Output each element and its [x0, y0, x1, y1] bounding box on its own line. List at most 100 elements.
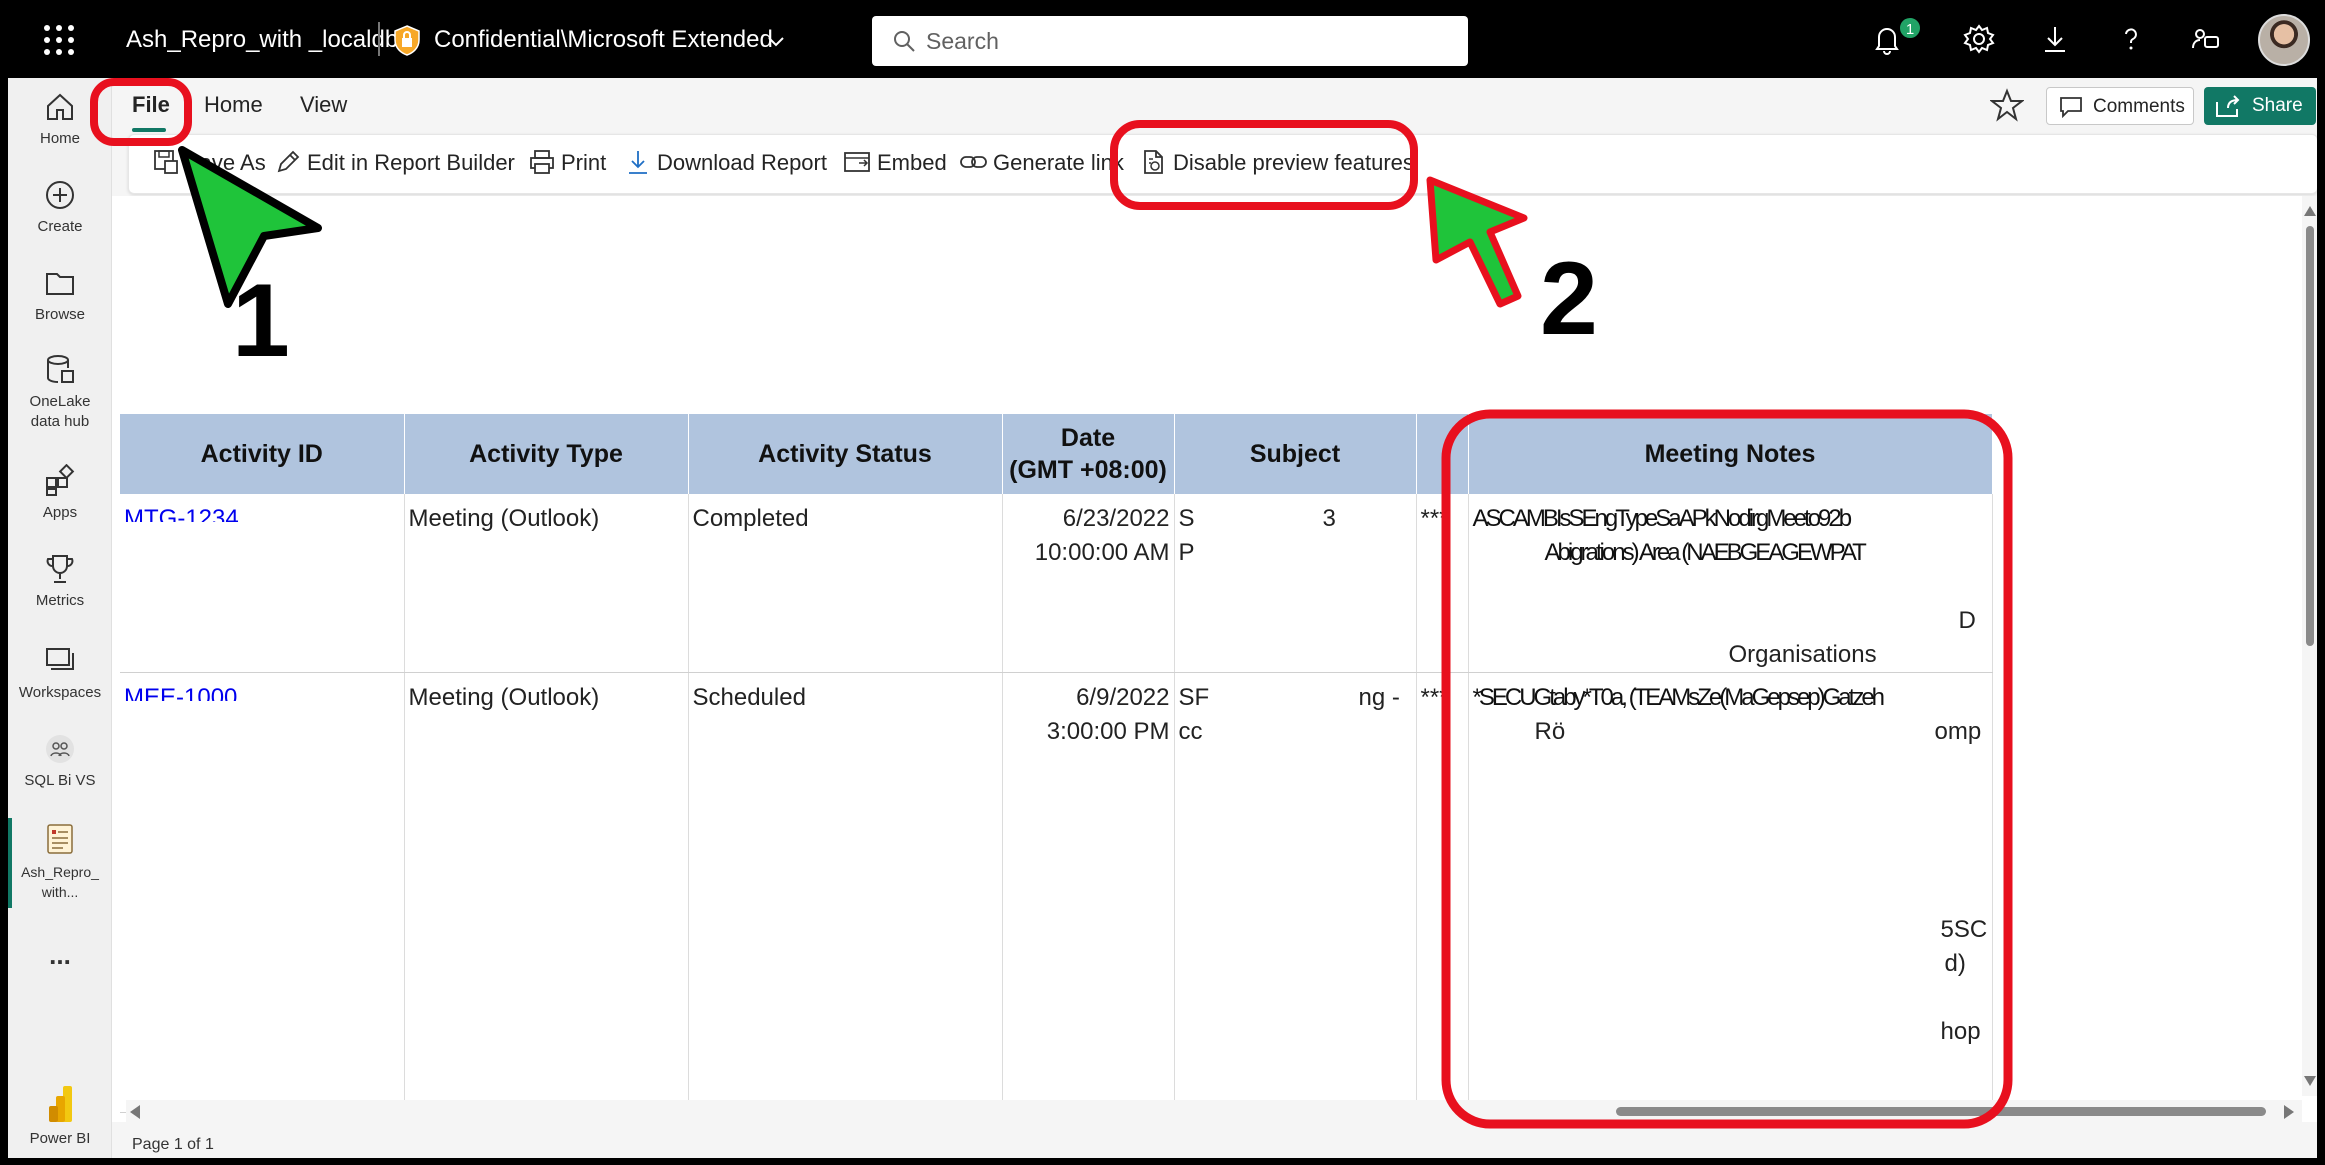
- stars-cell: ***: [1416, 672, 1469, 1113]
- horizontal-scrollbar[interactable]: [126, 1100, 2302, 1122]
- date-cell: 6/9/2022 3:00:00 PM: [1002, 672, 1175, 1113]
- notification-badge: 1: [1898, 16, 1922, 40]
- folder-icon: [46, 273, 74, 295]
- workspace-people-icon: [46, 735, 74, 763]
- scroll-up-icon[interactable]: [2304, 206, 2316, 216]
- download-icon[interactable]: [2038, 22, 2072, 56]
- link-icon: [960, 156, 987, 168]
- nav-metrics[interactable]: Metrics: [8, 552, 112, 609]
- more-icon: ...: [49, 940, 71, 970]
- table-row: MEE-1000 Meeting (Outlook) Scheduled 6/9…: [120, 672, 1993, 1113]
- share-button[interactable]: Share: [2204, 87, 2316, 125]
- tab-home[interactable]: Home: [204, 92, 263, 118]
- share-label: Share: [2252, 95, 2303, 116]
- tab-view[interactable]: View: [300, 92, 347, 118]
- activity-status-cell: Completed: [688, 494, 1003, 673]
- active-tab-underline: [132, 128, 166, 132]
- subject-cell: S P 3: [1174, 494, 1417, 673]
- notes-text: ASCAMBIsSEngTypeSaAPkNodirgMeeto92b: [1472, 505, 1853, 532]
- feedback-icon[interactable]: [2188, 22, 2222, 56]
- notes-text: Organisations: [1728, 641, 1877, 668]
- activity-id-link[interactable]: MEE-1000: [124, 681, 400, 701]
- nav-power-bi[interactable]: Power BI: [8, 1084, 112, 1147]
- activity-status-cell: Scheduled: [688, 672, 1003, 1113]
- nav-browse[interactable]: Browse: [8, 266, 112, 323]
- print-label: Print: [561, 150, 607, 175]
- date-value: 6/23/2022: [1062, 505, 1170, 532]
- time-value: 3:00:00 PM: [1046, 717, 1170, 745]
- activity-id-cell: MTG-1234: [120, 494, 405, 673]
- column-header[interactable]: Activity Type: [404, 414, 689, 494]
- activity-type-cell: Meeting (Outlook): [404, 672, 689, 1113]
- plus-circle-icon: [46, 181, 74, 209]
- date-header-line1: Date: [1060, 424, 1116, 452]
- database-icon: [47, 355, 74, 383]
- help-icon[interactable]: [2114, 22, 2148, 56]
- nav-workspaces[interactable]: Workspaces: [8, 644, 112, 701]
- subject-fragment: cc: [1178, 717, 1203, 745]
- scroll-down-icon[interactable]: [2304, 1076, 2316, 1086]
- notes-text: Rö: [1534, 717, 1566, 745]
- time-value: 10:00:00 AM: [1034, 539, 1170, 566]
- page-info: Page 1 of 1: [132, 1136, 214, 1153]
- report-canvas: Activity ID Activity Type Activity Statu…: [112, 196, 2317, 1136]
- column-header[interactable]: Meeting Notes: [1468, 414, 1993, 494]
- report-title: Ash_Repro_with _localdb: [126, 26, 399, 53]
- column-header[interactable]: Activity ID: [120, 414, 405, 494]
- pencil-icon: [277, 150, 300, 173]
- notes-text: hop: [1940, 1017, 1981, 1045]
- power-bi-logo-icon: [49, 1086, 72, 1122]
- subject-cell: SF cc ng -: [1174, 672, 1417, 1113]
- nav-label: Apps: [42, 504, 78, 521]
- column-header-date[interactable]: Date (GMT +08:00): [1002, 414, 1175, 494]
- preview-document-icon: [1144, 150, 1163, 174]
- nav-onelake[interactable]: OneLake data hub: [8, 352, 112, 432]
- scroll-left-icon[interactable]: [130, 1105, 140, 1119]
- tab-file[interactable]: File: [132, 92, 170, 118]
- apps-icon: [46, 464, 75, 496]
- vertical-scroll-thumb[interactable]: [2306, 226, 2314, 646]
- column-header-spacer: [1416, 414, 1469, 494]
- horizontal-scroll-thumb[interactable]: [1616, 1107, 2266, 1116]
- report-footer: Page 1 of 1: [112, 1122, 2317, 1158]
- top-bar: Ash_Repro_with _localdb Confidential\Mic…: [8, 0, 2317, 78]
- chevron-down-icon[interactable]: [765, 30, 787, 52]
- step-number-1: 1: [232, 263, 290, 379]
- nav-apps[interactable]: Apps: [8, 464, 112, 521]
- date-cell: 6/23/2022 10:00:00 AM: [1002, 494, 1175, 673]
- notes-text: D: [1958, 607, 1976, 634]
- nav-home[interactable]: Home: [8, 90, 112, 147]
- search-input[interactable]: [926, 26, 1446, 56]
- nav-more[interactable]: ...: [8, 940, 112, 971]
- edit-label: Edit in Report Builder: [307, 150, 515, 175]
- sensitivity-label[interactable]: Confidential\Microsoft Extended: [434, 26, 773, 54]
- gear-icon[interactable]: [1962, 22, 1996, 56]
- stars-cell: ***: [1416, 494, 1469, 673]
- nav-sql-bi-vs[interactable]: SQL Bi VS: [8, 732, 112, 789]
- scroll-right-icon[interactable]: [2284, 1105, 2294, 1119]
- vertical-scrollbar[interactable]: [2302, 196, 2317, 1096]
- column-header[interactable]: Subject: [1174, 414, 1417, 494]
- comments-label: Comments: [2093, 96, 2185, 117]
- nav-label: Home: [39, 130, 80, 147]
- sensitivity-shield-icon: [394, 25, 420, 56]
- nav-current-report[interactable]: Ash_Repro_ with...: [8, 822, 112, 903]
- nav-create[interactable]: Create: [8, 178, 112, 235]
- subject-fragment: S: [1178, 505, 1195, 532]
- favorite-star-icon[interactable]: [1990, 88, 2024, 122]
- subject-fragment: P: [1178, 539, 1195, 566]
- table-row: MTG-1234 Meeting (Outlook) Completed 6/2…: [120, 494, 1993, 673]
- step-number-2: 2: [1540, 241, 1598, 357]
- nav-label: Workspaces: [18, 684, 102, 701]
- column-header[interactable]: Activity Status: [688, 414, 1003, 494]
- subject-number: 3: [1322, 505, 1336, 532]
- app-launcher-icon[interactable]: [44, 25, 74, 55]
- notes-text: omp: [1934, 717, 1982, 745]
- comments-button[interactable]: Comments: [2046, 87, 2194, 125]
- save-as-label: Save As: [185, 150, 266, 175]
- search-box[interactable]: [872, 16, 1468, 66]
- avatar[interactable]: [2258, 14, 2310, 66]
- printer-icon: [530, 150, 554, 174]
- activity-id-link[interactable]: MTG-1234: [124, 502, 400, 522]
- app-window: Ash_Repro_with _localdb Confidential\Mic…: [8, 0, 2317, 1158]
